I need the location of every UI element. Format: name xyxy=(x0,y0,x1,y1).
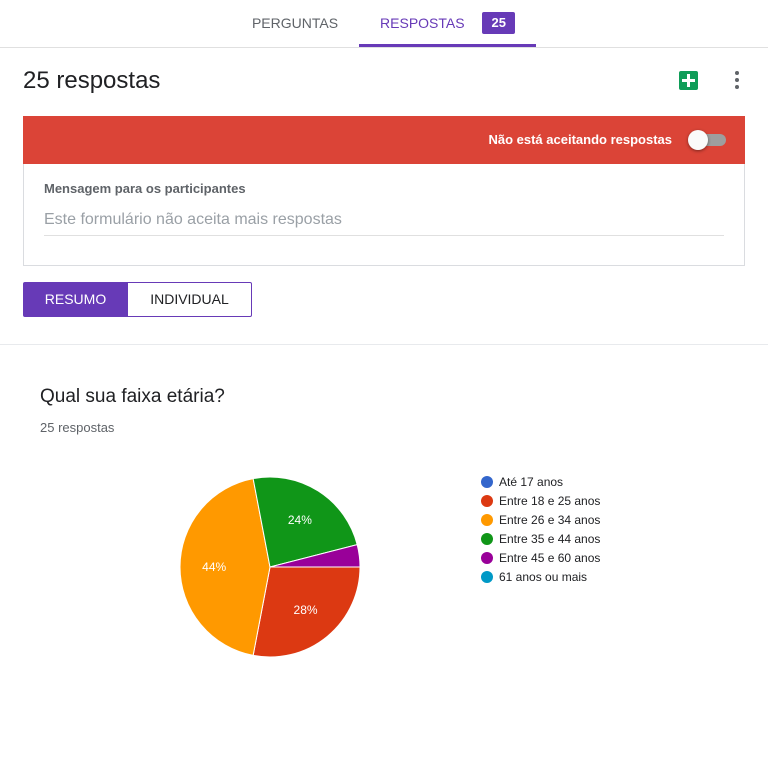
legend-color-dot xyxy=(481,514,493,526)
legend-label: Entre 18 e 25 anos xyxy=(499,494,601,508)
legend-color-dot xyxy=(481,552,493,564)
legend-label: Entre 45 e 60 anos xyxy=(499,551,601,565)
legend-color-dot xyxy=(481,495,493,507)
legend-label: Entre 35 e 44 anos xyxy=(499,532,601,546)
legend-label: Entre 26 e 34 anos xyxy=(499,513,601,527)
pie-value-label-2: 44% xyxy=(202,560,226,574)
pie-value-label-1: 28% xyxy=(294,603,318,617)
age-pie-chart: 28% 44% 24% xyxy=(179,476,361,658)
pie-value-label-3: 24% xyxy=(288,513,312,527)
legend-color-dot xyxy=(481,476,493,488)
legend-color-dot xyxy=(481,533,493,545)
legend-color-dot xyxy=(481,571,493,583)
legend-label: Até 17 anos xyxy=(499,475,564,489)
legend-label: 61 anos ou mais xyxy=(499,570,588,584)
